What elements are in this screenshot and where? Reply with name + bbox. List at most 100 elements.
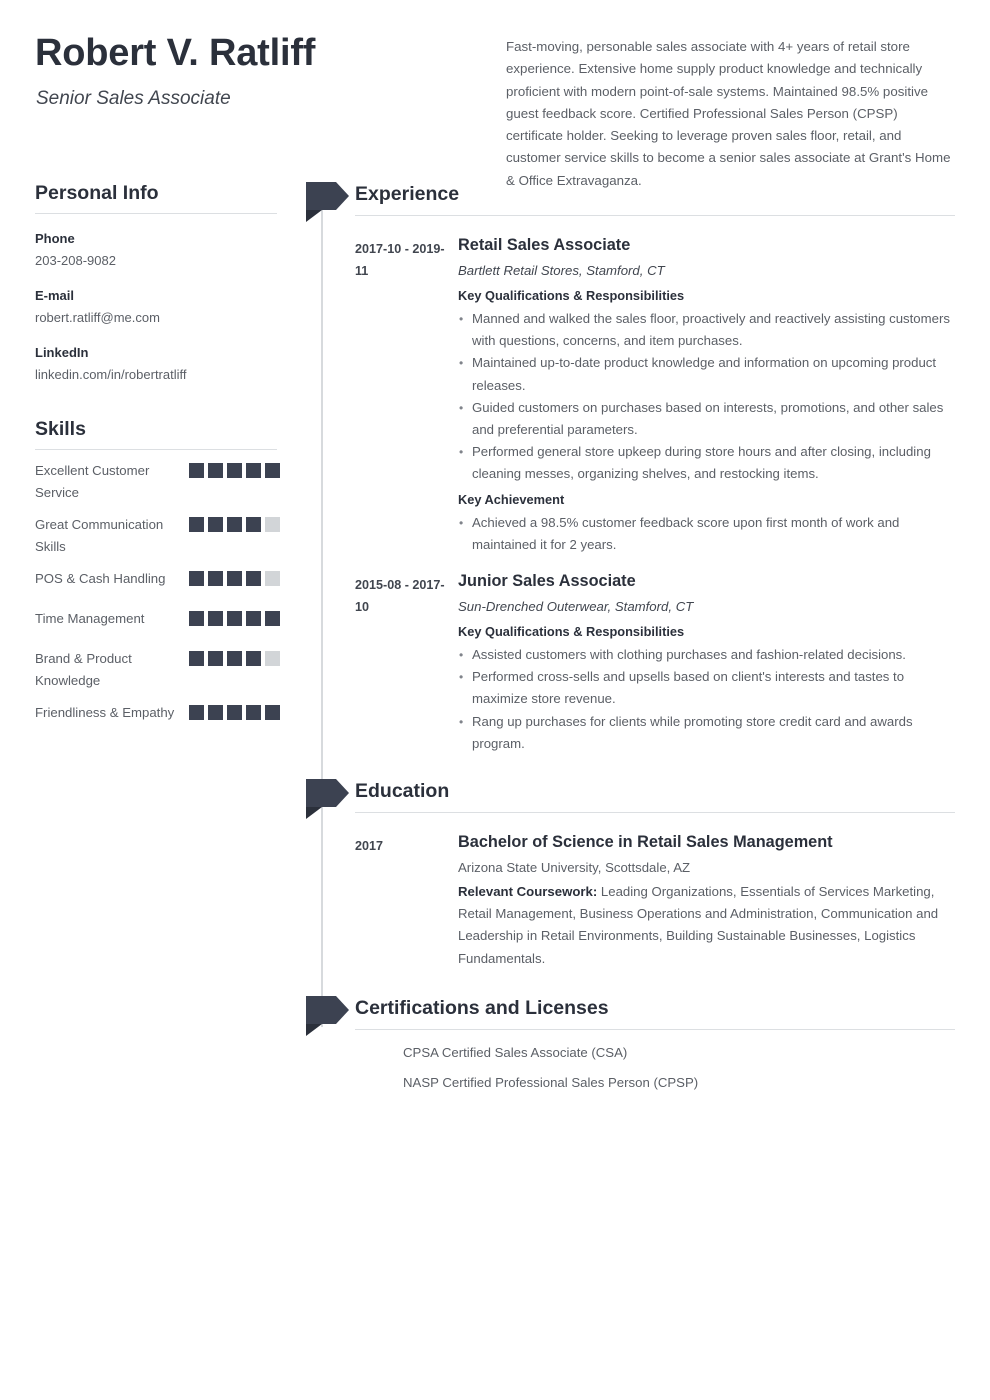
entry-title: Retail Sales Associate	[458, 236, 631, 254]
personal-info-item: Phone 203-208-9082	[35, 229, 300, 271]
skill-rating	[189, 611, 280, 626]
skill-rating-square	[246, 517, 261, 532]
skill-row: Great Communication Skills	[35, 504, 280, 558]
skill-rating	[189, 571, 280, 586]
personal-info-item: LinkedIn linkedin.com/in/robertratliff	[35, 343, 300, 385]
skill-rating-square	[246, 611, 261, 626]
entry-date: 2017	[355, 839, 384, 854]
certifications-list: CPSA Certified Sales Associate (CSA) NASP…	[300, 1034, 990, 1094]
skill-name: Excellent Customer Service	[35, 463, 150, 500]
entry-bullet: Guided customers on purchases based on i…	[458, 397, 958, 441]
entry-bullet: Performed general store upkeep during st…	[458, 441, 958, 485]
skill-rating-square	[227, 651, 242, 666]
experience-section: Experience 2017-10 - 2019-11 Retail Sales…	[300, 180, 990, 755]
entry-body: Junior Sales Associate Sun-Drenched Outer…	[458, 570, 958, 755]
entry-group-heading: Key Qualifications & Responsibilities	[458, 624, 685, 640]
personal-info-list: Phone 203-208-9082 E-mail robert.ratliff@me…	[0, 229, 300, 385]
personal-info-label: LinkedIn	[35, 345, 89, 360]
main-column: Experience 2017-10 - 2019-11 Retail Sales…	[300, 180, 990, 1094]
skill-name: POS & Cash Handling	[35, 571, 166, 586]
entry-group-heading: Key Qualifications & Responsibilities	[458, 288, 685, 303]
entry-subtitle: Sun-Drenched Outerwear, Stamford, CT	[458, 599, 694, 615]
skill-row: Brand & Product Knowledge	[35, 638, 280, 692]
entry-bullet-list: Manned and walked the sales floor, proac…	[458, 308, 958, 486]
experience-entry: 2017-10 - 2019-11 Retail Sales Associate B…	[300, 234, 990, 556]
certifications-title: Certifications and Licenses	[355, 996, 609, 1019]
entry-bullet: Achieved a 98.5% customer feedback score…	[458, 512, 958, 556]
skill-rating-square	[265, 611, 280, 626]
entry-subtitle: Bartlett Retail Stores, Stamford, CT	[458, 263, 665, 278]
skill-rating-square	[227, 517, 242, 532]
skill-rating-square	[227, 705, 242, 720]
skill-rating-square	[208, 705, 223, 720]
education-divider	[355, 812, 955, 814]
entry-bullet: Rang up purchases for clients while prom…	[458, 711, 958, 755]
skill-rating-square	[189, 517, 204, 532]
education-header: Education	[300, 777, 990, 820]
skill-name: Time Management	[35, 611, 145, 626]
candidate-name: Robert V. Ratliff	[35, 32, 316, 74]
skill-rating-square	[189, 463, 204, 478]
experience-divider	[355, 215, 955, 216]
personal-info-label: Phone	[35, 231, 75, 246]
entry-bullet: Assisted customers with clothing purchas…	[458, 644, 958, 666]
skill-rating-square	[265, 651, 280, 666]
skill-rating-square	[208, 517, 223, 532]
flag-icon	[306, 182, 349, 222]
skill-rating-square	[265, 463, 280, 478]
personal-info-value: 203-208-9082	[35, 253, 116, 268]
candidate-job-title: Senior Sales Associate	[36, 88, 231, 109]
entry-body: Retail Sales Associate Bartlett Retail St…	[458, 234, 958, 556]
skill-rating-square	[189, 571, 204, 586]
skill-rating-square	[227, 571, 242, 586]
certifications-divider	[355, 1028, 955, 1030]
entry-title: Bachelor of Science in Retail Sales Mana…	[458, 833, 833, 852]
entry-bullet-list: Assisted customers with clothing purchas…	[458, 644, 958, 755]
experience-entry: 2015-08 - 2017-10 Junior Sales Associate S…	[300, 570, 990, 755]
personal-info-title: Personal Info	[35, 182, 159, 204]
entry-bullet: Maintained up-to-date product knowledge …	[458, 352, 958, 396]
skill-rating-square	[265, 571, 280, 586]
entry-title: Junior Sales Associate	[458, 572, 636, 591]
skill-rating-square	[265, 705, 280, 720]
skill-rating-square	[246, 705, 261, 720]
personal-info-section: Personal Info Phone 203-208-9082 E-mail rob…	[0, 180, 300, 385]
entry-date: 2017-10 - 2019-11	[355, 242, 445, 278]
coursework-label: Relevant Coursework:	[458, 884, 598, 900]
skill-rating-square	[189, 611, 204, 626]
sidebar: Personal Info Phone 203-208-9082 E-mail rob…	[0, 180, 300, 732]
entry-bullet: Performed cross-sells and upsells based …	[458, 666, 958, 710]
skill-rating	[189, 517, 280, 532]
skill-rating-square	[208, 571, 223, 586]
certification-item: NASP Certified Professional Sales Person…	[403, 1074, 699, 1090]
experience-entries: 2017-10 - 2019-11 Retail Sales Associate B…	[300, 234, 990, 755]
personal-info-divider	[35, 213, 277, 214]
entry-bullet: Manned and walked the sales floor, proac…	[458, 308, 958, 352]
professional-summary: Fast-moving, personable sales associate …	[506, 39, 951, 188]
skills-list: Excellent Customer Service Great Communic…	[0, 450, 300, 732]
skills-title: Skills	[35, 418, 86, 440]
personal-info-label: E-mail	[35, 288, 75, 303]
skill-name: Brand & Product Knowledge	[35, 651, 132, 688]
skill-rating-square	[265, 517, 280, 532]
skills-section: Skills Excellent Customer Service Great C…	[0, 416, 300, 732]
skill-row: Excellent Customer Service	[35, 450, 280, 504]
skill-rating-square	[208, 611, 223, 626]
experience-header: Experience	[300, 180, 990, 222]
skill-rating-square	[189, 651, 204, 666]
coursework-line: Relevant Coursework: Leading Organizatio…	[458, 881, 958, 970]
skill-rating-square	[227, 463, 242, 478]
skill-rating	[189, 463, 280, 478]
entry-bullet-list: Achieved a 98.5% customer feedback score…	[458, 512, 958, 556]
personal-info-value: linkedin.com/in/robertratliff	[35, 367, 187, 382]
skill-rating-square	[246, 463, 261, 478]
certification-item: CPSA Certified Sales Associate (CSA)	[403, 1044, 628, 1060]
flag-icon	[306, 779, 349, 820]
entry-body: Bachelor of Science in Retail Sales Mana…	[458, 831, 958, 970]
education-entries: 2017 Bachelor of Science in Retail Sales …	[300, 831, 990, 970]
skill-rating	[189, 705, 280, 720]
entry-subtitle: Arizona State University, Scottsdale, AZ	[458, 860, 691, 876]
skill-name: Friendliness & Empathy	[35, 705, 175, 720]
skill-rating-square	[246, 651, 261, 666]
skill-rating	[189, 651, 280, 666]
